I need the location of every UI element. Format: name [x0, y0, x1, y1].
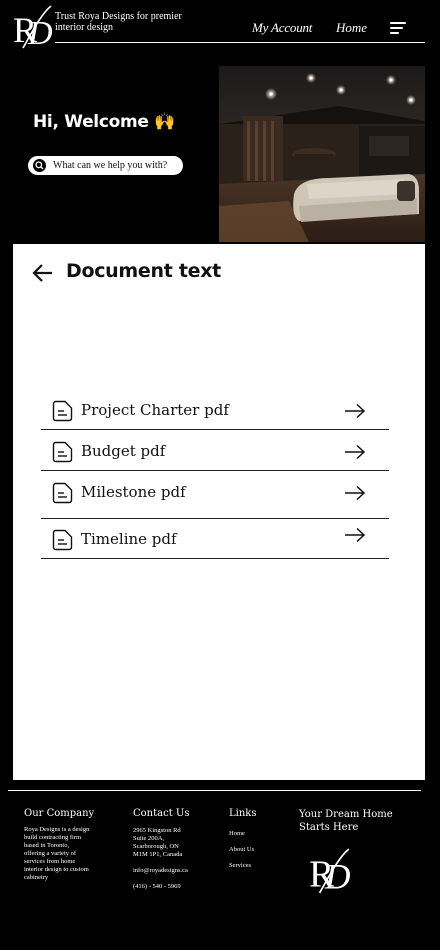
document-label: Project Charter pdf — [81, 401, 229, 419]
footer-company-heading: Our Company — [24, 808, 95, 819]
footer-link-about-us[interactable]: About Us — [229, 846, 254, 854]
footer-address-line: Suite 200A, — [133, 835, 165, 842]
footer-address-line: 2965 Kingston Rd — [133, 827, 181, 834]
footer-company-text: Roya Designs is a design build contracti… — [24, 826, 90, 881]
footer-slogan: Your Dream Home Starts Here — [299, 809, 393, 833]
hamburger-menu-icon[interactable] — [390, 22, 406, 36]
document-item-timeline[interactable]: Timeline pdf — [41, 521, 389, 559]
document-item-milestone[interactable]: Milestone pdf — [41, 474, 389, 519]
footer-links-heading: Links — [229, 808, 257, 819]
welcome-heading: Hi, Welcome 🙌 — [33, 112, 176, 132]
brand-logo[interactable]: R D — [11, 4, 53, 50]
nav-my-account-link[interactable]: My Account — [252, 20, 312, 36]
document-icon — [52, 529, 73, 551]
site-header: R D Trust Roya Designs for premier inter… — [0, 0, 440, 60]
footer-contact-heading: Contact Us — [133, 808, 190, 819]
document-icon — [52, 441, 73, 463]
footer-divider — [8, 790, 421, 791]
document-icon — [52, 400, 73, 422]
arrow-right-icon[interactable] — [344, 403, 366, 419]
documents-panel: Document text Project Charter pdf Budget… — [13, 244, 425, 780]
footer-link-services[interactable]: Services — [229, 862, 251, 870]
search-bar[interactable] — [28, 156, 183, 175]
document-label: Budget pdf — [81, 442, 166, 460]
document-label: Timeline pdf — [81, 530, 177, 548]
brand-tagline: Trust Roya Designs for premier interior … — [55, 11, 182, 33]
document-icon — [52, 482, 73, 504]
arrow-right-icon[interactable] — [344, 527, 366, 543]
hero-interior-photo — [219, 66, 425, 242]
footer-phone-link[interactable]: (416) - 540 - 5969 — [133, 883, 181, 891]
footer-brand-logo: R D — [309, 848, 351, 895]
arrow-right-icon[interactable] — [344, 485, 366, 501]
search-icon[interactable] — [33, 159, 46, 172]
back-arrow-icon[interactable] — [32, 263, 54, 283]
footer-address-line: Scarborough, ON — [133, 843, 179, 850]
page-title: Document text — [66, 260, 221, 282]
footer-link-home[interactable]: Home — [229, 830, 245, 838]
document-item-budget[interactable]: Budget pdf — [41, 433, 389, 471]
document-item-project-charter[interactable]: Project Charter pdf — [41, 392, 389, 430]
header-divider — [55, 42, 425, 43]
search-input[interactable] — [53, 156, 179, 175]
nav-home-link[interactable]: Home — [336, 20, 367, 36]
footer-email-link[interactable]: info@royadesigns.ca — [133, 867, 188, 875]
document-label: Milestone pdf — [81, 483, 186, 501]
footer-address-line: M1M 1P1, Canada — [133, 851, 183, 858]
arrow-right-icon[interactable] — [344, 444, 366, 460]
